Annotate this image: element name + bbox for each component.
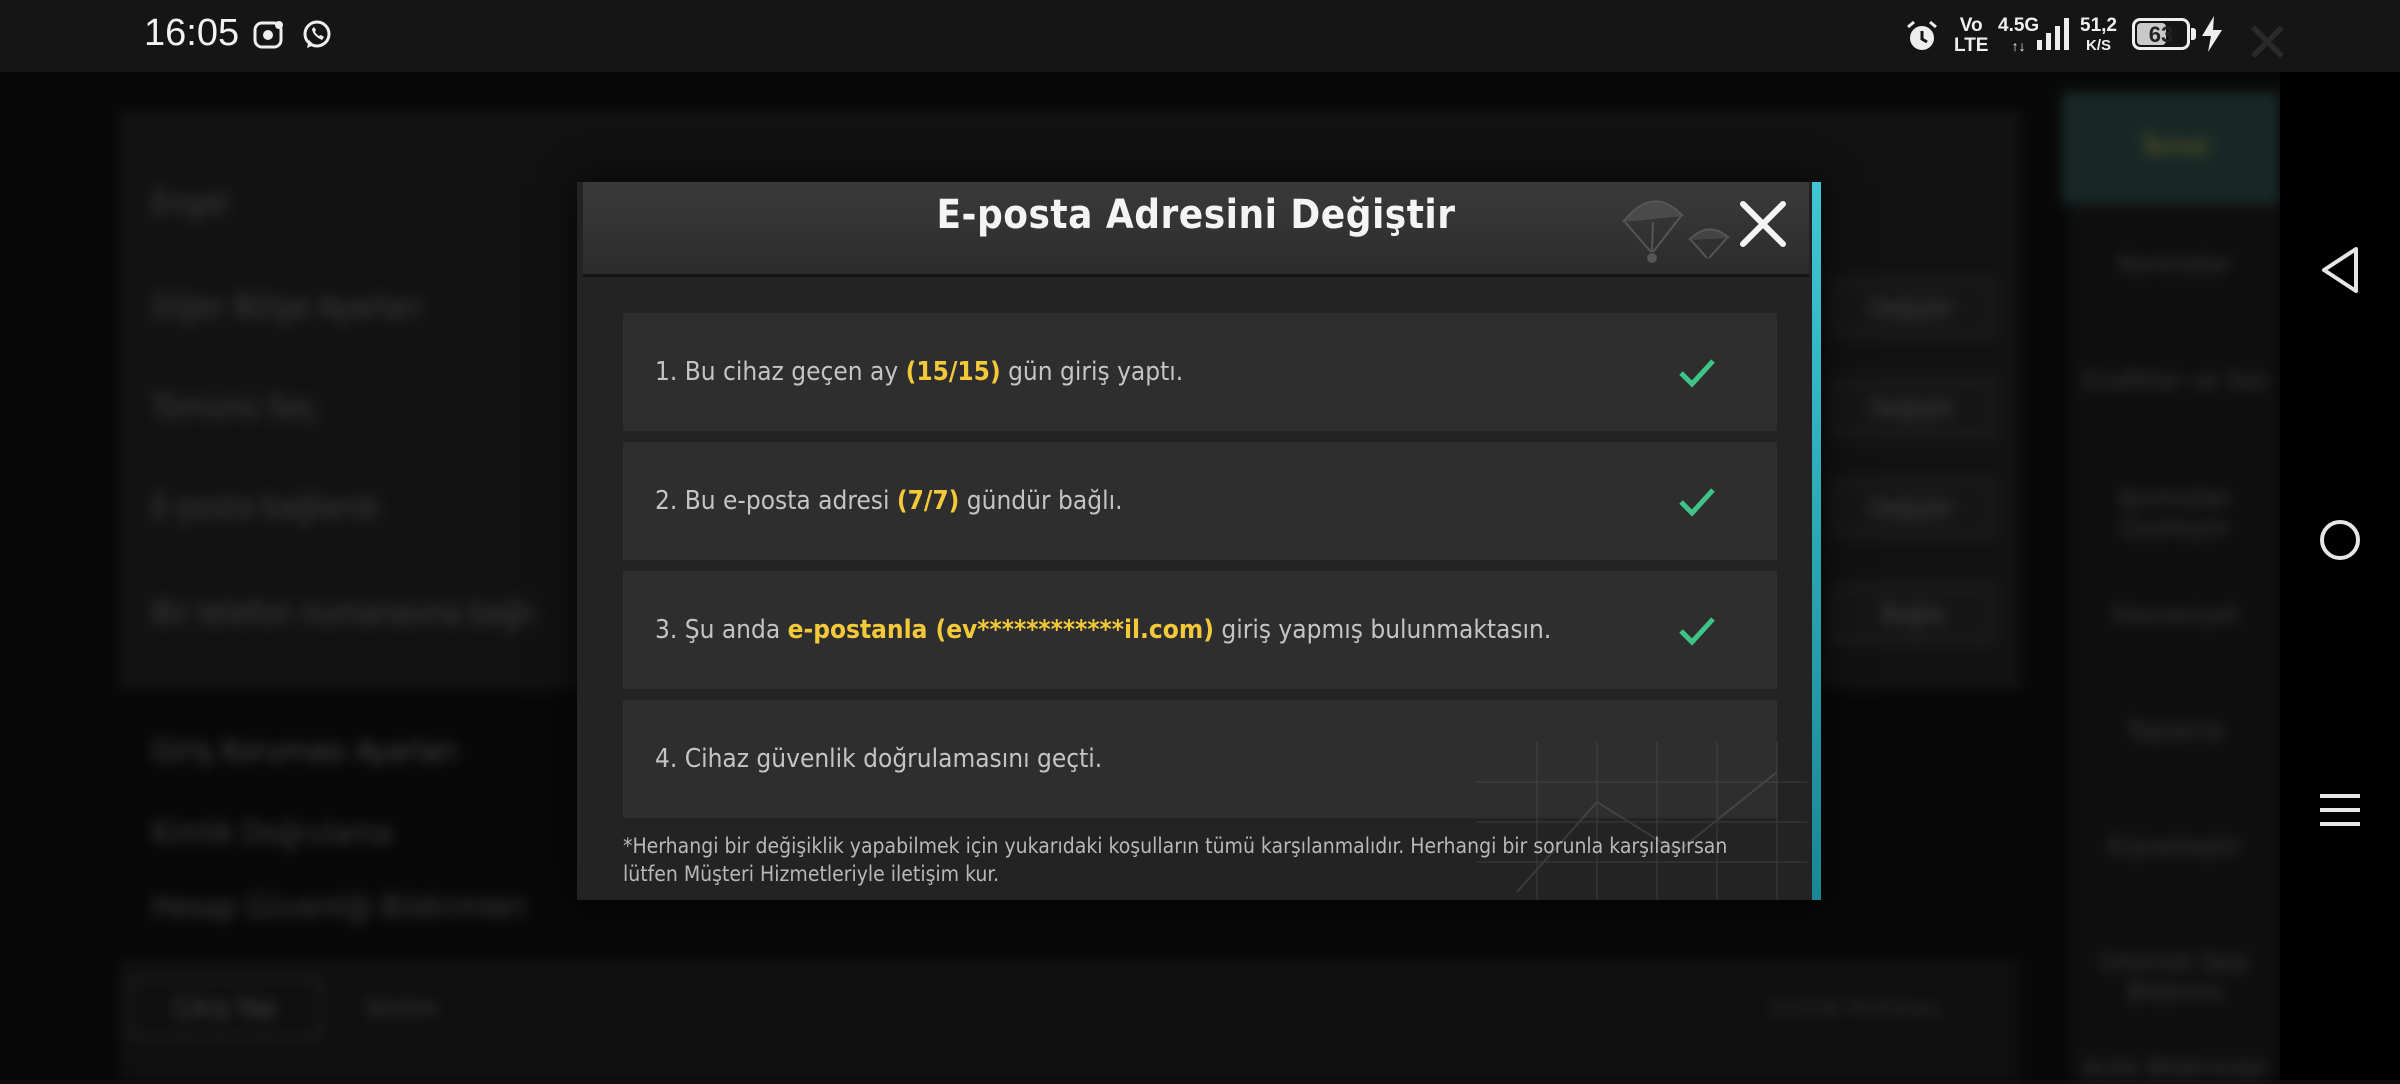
condition-row: 1. Bu cihaz geçen ay (15/15) gün giriş y… <box>623 313 1777 431</box>
check-icon <box>1679 488 1715 517</box>
battery-percent: 63 <box>2148 22 2174 47</box>
whatsapp-icon <box>303 20 331 48</box>
status-bar: 16:05 Vo LTE 4.5G ↑↓ 51,2 K/S 63 ✕ <box>0 0 2400 74</box>
condition-highlight: e-postanla (ev************il.com) <box>787 615 1214 645</box>
condition-text: 1. Bu cihaz geçen ay (15/15) gün giriş y… <box>655 357 1184 387</box>
condition-text: 4. Cihaz güvenlik doğrulamasını geçti. <box>655 744 1103 774</box>
alarm-icon <box>1907 20 1937 50</box>
signal-icon <box>2037 18 2069 50</box>
back-icon <box>2322 247 2358 293</box>
condition-highlight: (15/15) <box>905 357 1001 387</box>
network-indicator: 4.5G ↑↓ <box>1998 15 2040 55</box>
change-email-dialog: E-posta Adresini Değiştir 1. Bu cihaz ge… <box>577 182 1821 900</box>
battery-icon: 63 <box>2132 18 2190 50</box>
home-button[interactable] <box>2280 500 2400 580</box>
check-icon <box>1679 617 1715 646</box>
charging-icon <box>2202 16 2222 52</box>
screen-recorder-icon <box>253 21 283 49</box>
dialog-accent-stripe <box>1812 182 1821 900</box>
bg-close-icon: ✕ <box>2244 11 2291 74</box>
menu-icon <box>2320 794 2360 826</box>
dialog-title: E-posta Adresini Değiştir <box>936 192 1456 238</box>
check-icon <box>1679 359 1715 388</box>
condition-highlight: (7/7) <box>896 486 960 516</box>
status-time: 16:05 <box>144 12 240 54</box>
condition-row: 2. Bu e-posta adresi (7/7) gündür bağlı. <box>623 442 1777 560</box>
condition-row: 3. Şu anda e-postanla (ev************il.… <box>623 571 1777 689</box>
battery-cap <box>2191 28 2196 40</box>
close-button[interactable] <box>1733 194 1793 254</box>
volte-indicator: Vo LTE <box>1954 15 1989 56</box>
network-speed: 51,2 K/S <box>2080 15 2117 55</box>
dialog-header: E-posta Adresini Değiştir <box>583 182 1809 277</box>
condition-text: 3. Şu anda e-postanla (ev************il.… <box>655 615 1552 645</box>
dialog-footnote: *Herhangi bir değişiklik yapabilmek için… <box>623 834 1728 886</box>
condition-text: 2. Bu e-posta adresi (7/7) gündür bağlı. <box>655 486 1123 516</box>
home-icon <box>2320 520 2360 560</box>
recents-button[interactable] <box>2280 770 2400 850</box>
back-button[interactable] <box>2280 230 2400 310</box>
